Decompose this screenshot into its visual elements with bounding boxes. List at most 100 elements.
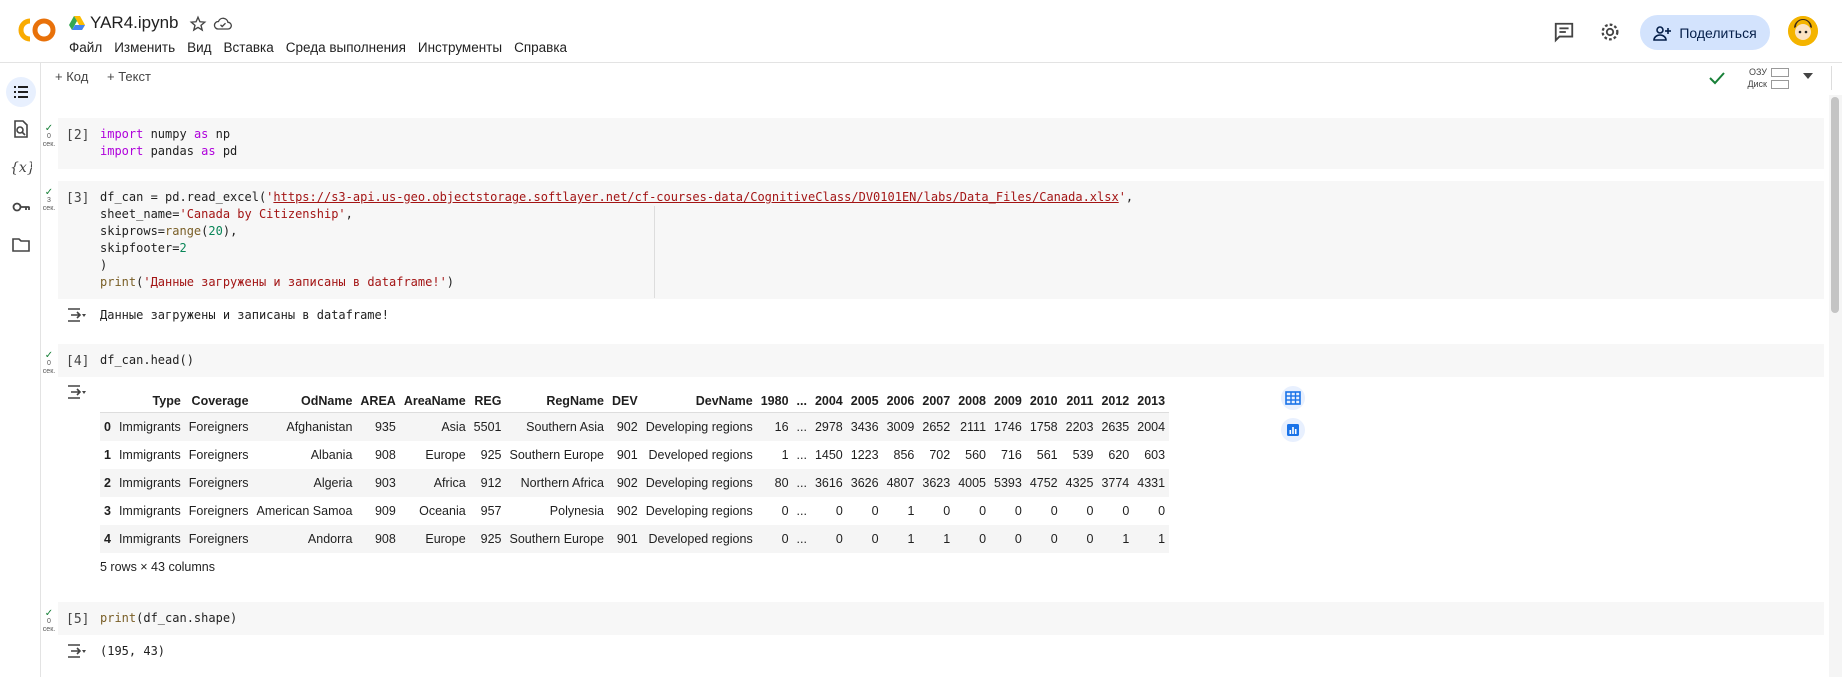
menu-view[interactable]: Вид xyxy=(187,40,211,55)
output-actions-icon[interactable] xyxy=(66,643,86,659)
bar-chart-icon xyxy=(1287,424,1299,436)
menu-file[interactable]: Файл xyxy=(69,40,102,55)
code-cell[interactable] xyxy=(58,344,1824,377)
dataframe-caption: 5 rows × 43 columns xyxy=(100,560,215,574)
toc-button[interactable] xyxy=(6,77,36,107)
run-time: 0 xyxy=(47,360,51,367)
list-icon xyxy=(14,86,28,98)
ram-usage-bar[interactable] xyxy=(1771,68,1789,77)
suggest-charts-button[interactable] xyxy=(1281,418,1305,442)
code-editor[interactable]: df_can.head() xyxy=(100,352,194,369)
run-status[interactable]: ✓ 3 сек. xyxy=(42,188,56,213)
table-cell: 3616 xyxy=(810,469,847,497)
menu-bar: Файл Изменить Вид Вставка Среда выполнен… xyxy=(69,40,579,55)
code-cell[interactable] xyxy=(58,118,1824,169)
table-cell: Southern Europe xyxy=(505,525,608,553)
table-cell: 0 xyxy=(871,504,879,518)
connected-check-icon[interactable] xyxy=(1709,71,1725,85)
table-body: 0 Immigrants Foreigners Afghanistan 935 Asia 5… xyxy=(100,412,1170,553)
convert-table-button[interactable] xyxy=(1281,386,1305,410)
chevron-down-icon[interactable] xyxy=(1803,73,1813,79)
table-cell: ... xyxy=(796,448,807,462)
gear-icon[interactable] xyxy=(1599,21,1621,43)
table-cell: 925 xyxy=(469,525,506,553)
table-cell: 3626 xyxy=(846,469,883,497)
table-cell: 620 xyxy=(1108,448,1130,462)
output-actions-icon[interactable] xyxy=(66,307,86,323)
menu-help[interactable]: Справка xyxy=(514,40,567,55)
output-actions-icon[interactable] xyxy=(66,384,86,400)
table-cell: 2004 xyxy=(1133,412,1170,441)
code-cell[interactable] xyxy=(58,602,1824,635)
table-cell: 902 xyxy=(616,504,638,518)
dataframe-table: Type Coverage OdName AREA AreaName REG R… xyxy=(100,390,1170,553)
folder-icon[interactable] xyxy=(11,235,31,255)
table-cell: Algeria xyxy=(252,469,357,497)
drive-icon[interactable] xyxy=(69,16,85,31)
table-cell: Developed regions xyxy=(641,525,757,553)
code-editor[interactable]: print(df_can.shape) xyxy=(100,610,237,627)
table-cell: 908 xyxy=(374,448,396,462)
left-sidebar: {x} xyxy=(0,63,41,677)
row-index: 1 xyxy=(104,448,111,462)
table-cell: 901 xyxy=(616,448,638,462)
table-cell: Foreigners xyxy=(188,448,249,462)
run-status[interactable]: ✓ 0 сек. xyxy=(42,351,56,376)
run-time-unit: сек. xyxy=(42,205,56,212)
table-cell: Developing regions xyxy=(641,469,757,497)
variables-icon[interactable]: {x} xyxy=(10,157,32,177)
table-cell: Andorra xyxy=(252,525,357,553)
table-cell: 4325 xyxy=(1061,469,1098,497)
table-cell: American Samoa xyxy=(256,504,353,518)
menu-edit[interactable]: Изменить xyxy=(114,40,175,55)
table-cell: 1 xyxy=(882,525,919,553)
share-button[interactable]: Поделиться xyxy=(1640,15,1770,50)
run-status[interactable]: ✓ 0 сек. xyxy=(42,124,56,149)
share-people-icon xyxy=(1653,25,1672,41)
table-cell: ... xyxy=(792,525,811,553)
table-cell: Southern Europe xyxy=(509,448,604,462)
table-cell: 2652 xyxy=(918,412,955,441)
table-cell: 0 xyxy=(756,525,793,553)
table-cell: 16 xyxy=(756,412,793,441)
add-text-button[interactable]: + Текст xyxy=(107,69,151,84)
column-header: 2010 xyxy=(1025,390,1062,413)
notebook-toolbar: + Код + Текст ОЗУ Диск xyxy=(41,63,1842,93)
code-editor[interactable]: df_can = pd.read_excel('https://s3-api.u… xyxy=(100,189,1133,291)
table-cell: 908 xyxy=(356,525,400,553)
menu-insert[interactable]: Вставка xyxy=(224,40,274,55)
ram-label: ОЗУ xyxy=(1748,67,1767,77)
menu-runtime[interactable]: Среда выполнения xyxy=(286,40,406,55)
table-cell: 1 xyxy=(1133,525,1170,553)
table-cell: 0 xyxy=(1086,504,1094,518)
table-cell: 4331 xyxy=(1133,469,1170,497)
star-icon[interactable] xyxy=(189,15,207,33)
colab-logo[interactable] xyxy=(17,17,57,43)
run-time: 3 xyxy=(47,197,51,204)
run-status[interactable]: ✓ 0 сек. xyxy=(42,609,56,634)
table-row: 2 Immigrants Foreigners Algeria 903 Africa 912… xyxy=(100,469,1170,497)
row-index: 2 xyxy=(100,469,115,497)
avatar[interactable] xyxy=(1788,16,1818,46)
menu-tools[interactable]: Инструменты xyxy=(418,40,502,55)
column-header: 2008 xyxy=(954,390,991,413)
table-cell: 2978 xyxy=(810,412,847,441)
code-editor[interactable]: import numpy as np import pandas as pd xyxy=(100,126,237,160)
add-code-button[interactable]: + Код xyxy=(55,69,88,84)
disk-usage-bar[interactable] xyxy=(1771,80,1789,89)
table-cell: 702 xyxy=(929,448,951,462)
column-header: AREA xyxy=(356,390,400,413)
table-cell: 912 xyxy=(469,469,506,497)
key-icon[interactable] xyxy=(11,197,31,217)
table-cell: 2203 xyxy=(1061,412,1098,441)
find-replace-icon[interactable] xyxy=(11,119,31,139)
cloud-saved-icon[interactable] xyxy=(213,15,233,33)
table-cell: 1223 xyxy=(850,448,879,462)
scrollbar-thumb[interactable] xyxy=(1831,97,1839,313)
notebook-title[interactable]: YAR4.ipynb xyxy=(90,13,179,33)
table-cell: Afghanistan xyxy=(252,412,357,441)
table-cell: 5393 xyxy=(990,469,1026,497)
column-header: RegName xyxy=(505,390,608,413)
comment-icon[interactable] xyxy=(1553,21,1575,43)
table-cell: 4005 xyxy=(954,469,991,497)
